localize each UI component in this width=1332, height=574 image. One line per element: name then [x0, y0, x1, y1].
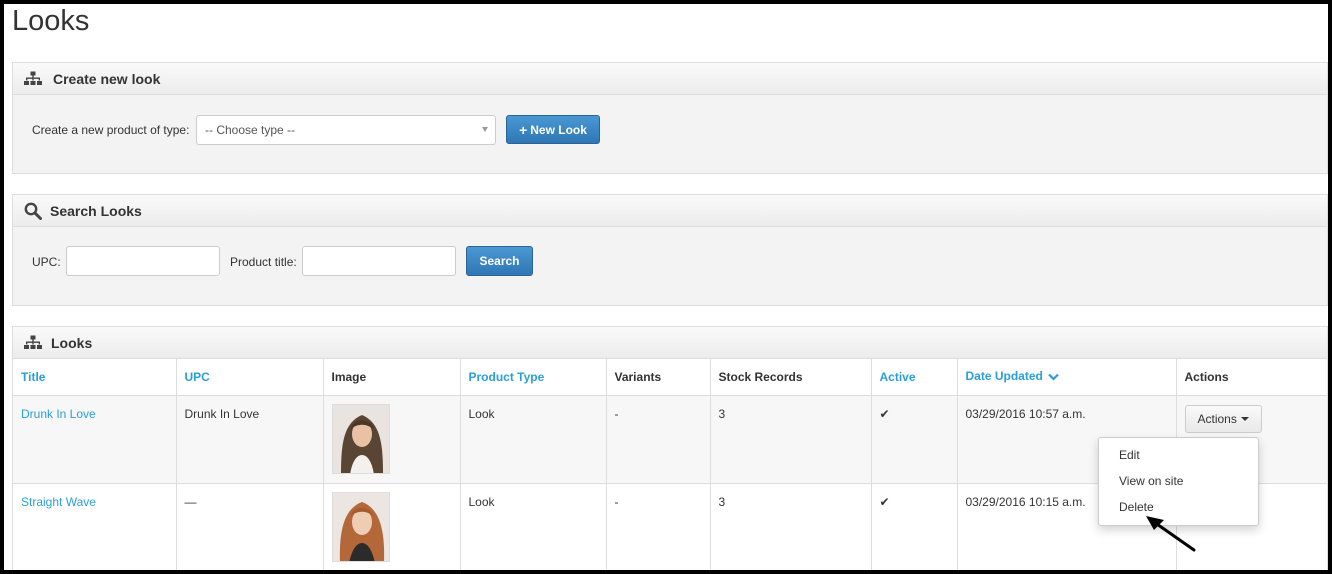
create-look-panel: Create new look Create a new product of …	[12, 62, 1328, 174]
actions-button-label: Actions	[1197, 411, 1237, 426]
search-looks-panel-header: Search Looks	[13, 195, 1327, 227]
column-header-date-updated-label: Date Updated	[965, 369, 1043, 384]
search-button[interactable]: Search	[466, 246, 533, 276]
plus-icon: +	[519, 121, 528, 138]
sitemap-icon	[23, 69, 43, 89]
column-header-upc[interactable]: UPC	[176, 359, 324, 396]
column-header-date-updated[interactable]: Date Updated	[957, 359, 1177, 396]
select-caret-icon	[482, 127, 488, 132]
dropdown-item-view-on-site[interactable]: View on site	[1099, 468, 1258, 494]
row-product-type: Look	[460, 395, 607, 484]
looks-panel-header: Looks	[13, 327, 1327, 359]
product-title-label: Product title:	[230, 255, 297, 269]
row-variants: -	[606, 395, 711, 484]
create-look-heading: Create new look	[53, 70, 161, 87]
row-image-cell	[323, 395, 461, 484]
actions-dropdown-button[interactable]: Actions	[1184, 404, 1262, 433]
column-header-stock-records: Stock Records	[710, 359, 872, 396]
chevron-down-icon	[1048, 370, 1059, 384]
row-title-link[interactable]: Drunk In Love	[13, 395, 177, 484]
row-product-type: Look	[460, 483, 607, 570]
annotation-arrow-icon	[1146, 516, 1196, 552]
table-header-row: Title UPC Image Product Type Variants St…	[13, 359, 1327, 396]
row-image-cell	[323, 483, 461, 570]
column-header-actions: Actions	[1176, 359, 1327, 396]
new-look-button-label: New Look	[530, 122, 587, 137]
page-title: Looks	[12, 5, 90, 37]
column-header-active[interactable]: Active	[871, 359, 958, 396]
dropdown-item-edit[interactable]: Edit	[1099, 442, 1258, 468]
upc-input[interactable]	[66, 246, 220, 276]
create-look-panel-header: Create new look	[13, 63, 1327, 95]
search-button-label: Search	[479, 254, 520, 268]
product-title-input[interactable]	[302, 246, 456, 276]
row-upc: —	[176, 483, 324, 570]
row-title-link[interactable]: Straight Wave	[13, 483, 177, 570]
upc-label: UPC:	[32, 255, 61, 269]
looks-heading: Looks	[51, 334, 93, 351]
row-stock-records: 3	[710, 483, 872, 570]
column-header-product-type[interactable]: Product Type	[460, 359, 607, 396]
product-thumbnail[interactable]	[331, 491, 390, 562]
row-stock-records: 3	[710, 395, 872, 484]
caret-down-icon	[1240, 416, 1249, 421]
column-header-title[interactable]: Title	[13, 359, 177, 396]
product-type-select-value: -- Choose type --	[205, 123, 296, 137]
row-upc: Drunk In Love	[176, 395, 324, 484]
search-looks-heading: Search Looks	[50, 202, 142, 219]
column-header-image: Image	[323, 359, 461, 396]
row-active-check: ✔	[871, 395, 958, 484]
product-type-label: Create a new product of type:	[32, 123, 190, 137]
product-thumbnail[interactable]	[331, 403, 390, 474]
new-look-button[interactable]: + New Look	[506, 115, 600, 144]
search-icon	[23, 201, 43, 221]
search-looks-panel: Search Looks UPC: Product title: Search	[12, 194, 1328, 306]
row-variants: -	[606, 483, 711, 570]
column-header-variants: Variants	[606, 359, 711, 396]
product-type-select[interactable]: -- Choose type --	[196, 115, 496, 145]
sitemap-icon	[23, 333, 43, 353]
window-frame: Looks Create new look Create a new produ…	[0, 0, 1332, 574]
row-active-check: ✔	[871, 483, 958, 570]
